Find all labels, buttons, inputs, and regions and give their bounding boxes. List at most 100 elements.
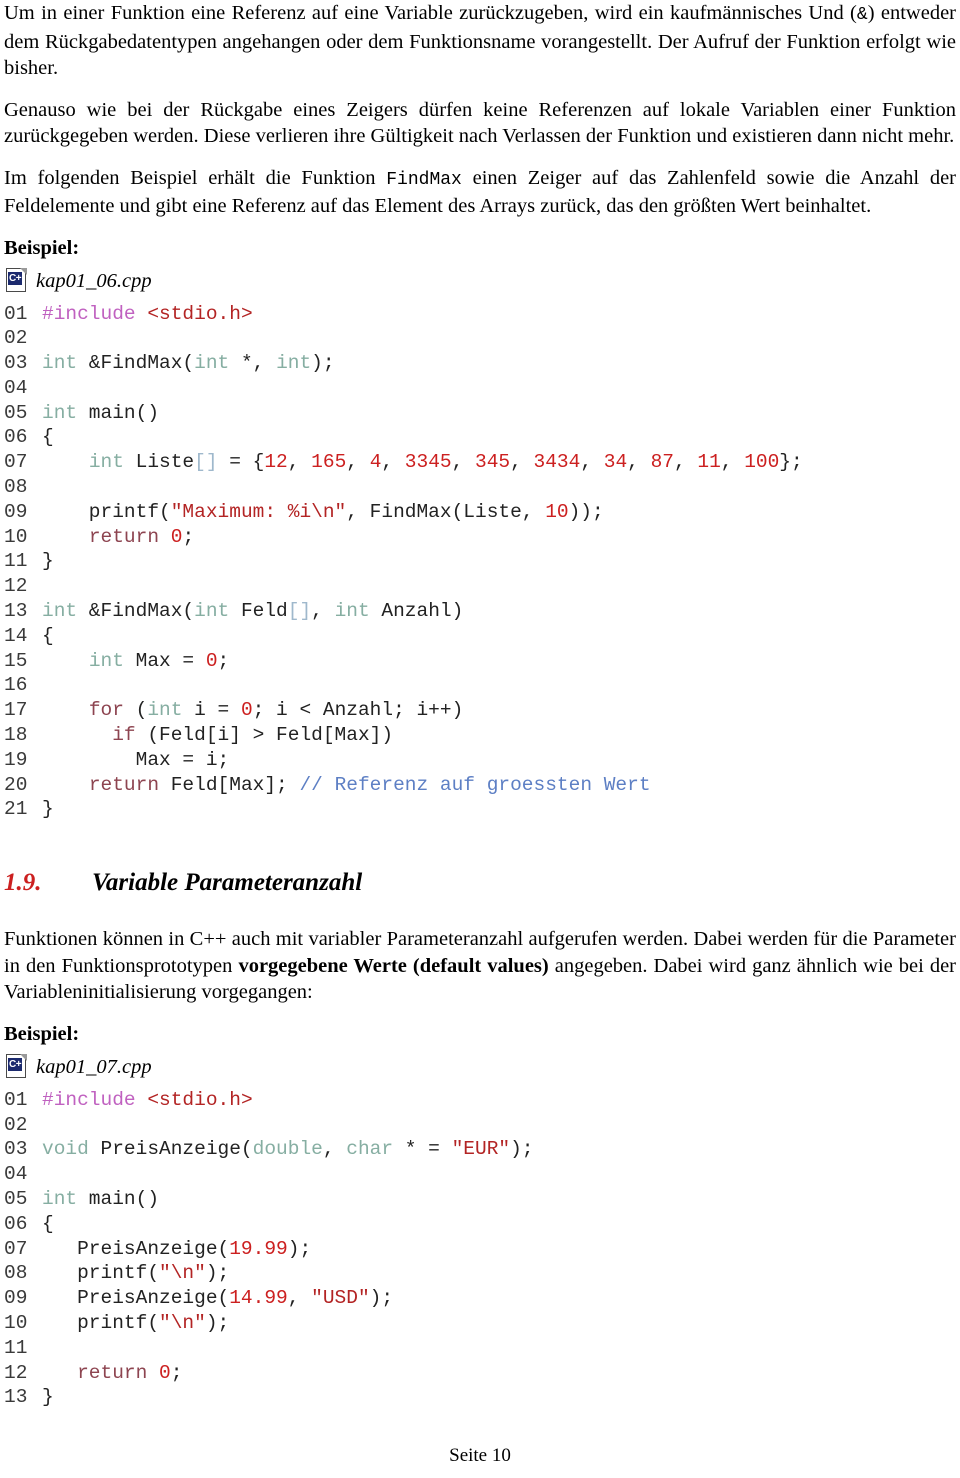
code-token-type: int xyxy=(147,699,183,722)
code-token-plain: PreisAnzeige( xyxy=(42,1237,230,1260)
code-line: 11 xyxy=(4,1336,956,1361)
code-line: 04 xyxy=(4,1162,956,1187)
code-token-str: "\n" xyxy=(159,1262,206,1285)
code-token-plain: , xyxy=(720,451,745,474)
code-token-type: int xyxy=(42,600,78,623)
code-token-plain: Max = xyxy=(123,649,206,672)
code-line: 10 printf("\n"); xyxy=(4,1311,956,1336)
line-number: 08 xyxy=(4,476,28,499)
line-number: 03 xyxy=(4,352,28,375)
code-token-plain: , xyxy=(346,451,370,474)
code-token-type: int xyxy=(194,352,230,375)
code-line: 05 int main() xyxy=(4,401,956,426)
code-token-num: 100 xyxy=(744,451,780,474)
code-token-plain: Max = i; xyxy=(42,748,230,771)
code-token-num: 34 xyxy=(603,451,628,474)
code-line: 12 return 0; xyxy=(4,1361,956,1386)
line-number: 14 xyxy=(4,624,28,647)
line-number: 09 xyxy=(4,1287,28,1310)
code-token-type: int xyxy=(42,352,78,375)
file-caption-kap01-06: C+ kap01_06.cpp xyxy=(6,267,956,295)
line-number: 17 xyxy=(4,699,28,722)
code-token-plain: Feld xyxy=(229,600,288,623)
code-token-str: <stdio.h> xyxy=(147,1088,253,1111)
code-line: 02 xyxy=(4,1113,956,1138)
line-number: 08 xyxy=(4,1262,28,1285)
code-line: 04 xyxy=(4,376,956,401)
code-token-plain: , FindMax(Liste, xyxy=(346,500,546,523)
code-token-type: int xyxy=(88,649,124,672)
code-token-num: 19.99 xyxy=(229,1237,288,1260)
code-line: 01 #include <stdio.h> xyxy=(4,302,956,327)
file-caption-kap01-07: C+ kap01_07.cpp xyxy=(6,1053,956,1081)
code-token-plain: , xyxy=(627,451,651,474)
code-token-kw: for xyxy=(88,699,124,722)
file-name-label: kap01_07.cpp xyxy=(36,1055,152,1078)
code-line: 09 printf("Maximum: %i\n", FindMax(Liste… xyxy=(4,500,956,525)
code-token-type: char xyxy=(346,1138,394,1161)
code-token-num: 11 xyxy=(697,451,721,474)
code-token-num: 12 xyxy=(264,451,288,474)
code-line: 09 PreisAnzeige(14.99, "USD"); xyxy=(4,1286,956,1311)
code-token-plain: &FindMax( xyxy=(77,352,195,375)
code-token-num: 0 xyxy=(170,525,183,548)
line-number: 20 xyxy=(4,773,28,796)
code-token-plain: main() xyxy=(77,401,160,424)
code-token-plain: , xyxy=(311,600,335,623)
spacer-before-section xyxy=(4,822,956,868)
code-token-plain: Liste xyxy=(123,451,195,474)
paragraph-4-bold-phrase: vorgegebene Werte (default values) xyxy=(238,954,549,977)
code-token-num: 165 xyxy=(311,451,347,474)
code-token-type: int xyxy=(334,600,370,623)
findmax-code-ref: FindMax xyxy=(386,169,462,190)
paragraph-3-text-part1: Im folgenden Beispiel erhält die Funktio… xyxy=(4,166,387,189)
code-token-plain: ); xyxy=(510,1138,534,1161)
line-number: 01 xyxy=(4,1088,28,1111)
code-token-num: 0 xyxy=(240,699,253,722)
line-number: 12 xyxy=(4,575,28,598)
code-token-str: "Maximum: %i\n" xyxy=(170,500,347,523)
code-token-plain: printf( xyxy=(42,1311,160,1334)
code-token-plain: PreisAnzeige( xyxy=(42,1287,230,1310)
example-label-2: Beispiel: xyxy=(4,1022,80,1045)
code-token-plain: ; xyxy=(170,1361,183,1384)
code-token-plain: ); xyxy=(311,352,335,375)
line-number: 12 xyxy=(4,1361,28,1384)
code-token-plain: Anzahl) xyxy=(369,600,464,623)
document-page: Um in einer Funktion eine Referenz auf e… xyxy=(0,0,960,1478)
line-number: 16 xyxy=(4,674,28,697)
ampersand-code: & xyxy=(856,5,868,25)
code-token-str: "\n" xyxy=(159,1311,206,1334)
file-name-label: kap01_06.cpp xyxy=(36,269,152,292)
code-line: 17 for (int i = 0; i < Anzahl; i++) xyxy=(4,698,956,723)
code-token-plain: *, xyxy=(229,352,277,375)
code-token-plain: , xyxy=(673,451,698,474)
code-token-str: <stdio.h> xyxy=(147,302,253,325)
code-line: 02 xyxy=(4,326,956,351)
code-token-type: int xyxy=(42,1187,78,1210)
line-number: 03 xyxy=(4,1138,28,1161)
paragraph-1-text-part1: Um in einer Funktion eine Referenz auf e… xyxy=(4,2,857,24)
code-token-plain: * = xyxy=(393,1138,452,1161)
cpp-file-icon: C+ xyxy=(6,1054,27,1079)
line-number: 02 xyxy=(4,327,28,350)
section-title: Variable Parameteranzahl xyxy=(92,869,363,897)
code-line: 19 Max = i; xyxy=(4,748,956,773)
line-number: 10 xyxy=(4,525,28,548)
paragraph-default-values: Funktionen können in C++ auch mit variab… xyxy=(4,926,956,1006)
line-number: 06 xyxy=(4,1212,28,1235)
code-token-plain: i = xyxy=(182,699,241,722)
code-token-pun: [] xyxy=(194,451,218,474)
line-number: 01 xyxy=(4,302,28,325)
code-line: 03 void PreisAnzeige(double, char * = "EU… xyxy=(4,1137,956,1162)
code-line: 08 printf("\n"); xyxy=(4,1261,956,1286)
code-line: 12 xyxy=(4,574,956,599)
code-token-plain: Feld[Max]; xyxy=(159,773,300,796)
code-token-plain: , xyxy=(510,451,534,474)
code-token-type: int xyxy=(276,352,312,375)
code-token-type: void xyxy=(42,1138,89,1161)
code-token-plain: = { xyxy=(217,451,265,474)
